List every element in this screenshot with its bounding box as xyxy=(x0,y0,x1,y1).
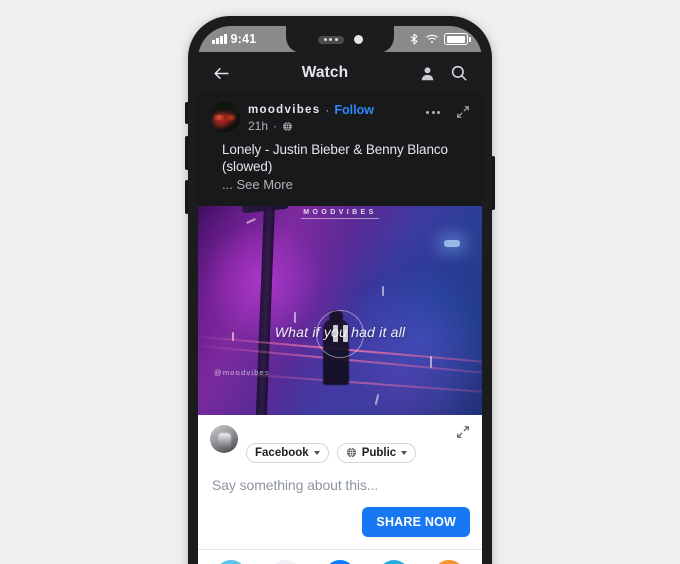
post-meta: moodvibes · Follow 21h · xyxy=(248,102,418,133)
audience-selector-label: Facebook xyxy=(255,446,309,459)
meta-separator: · xyxy=(273,119,278,133)
video-watermark-text: MOODVIBES xyxy=(301,208,379,219)
back-arrow-icon[interactable] xyxy=(212,64,231,83)
share-target-twitter[interactable]: Twitter xyxy=(367,559,421,564)
post-timestamp: 21h xyxy=(248,119,269,133)
audience-selector-chip[interactable]: Facebook xyxy=(246,442,329,463)
share-target-messenger[interactable]: Messenger xyxy=(313,559,367,564)
share-targets-row: Copy Link Text Message xyxy=(198,549,482,564)
status-bar: 9:41 xyxy=(198,26,482,53)
front-camera-icon xyxy=(353,35,363,44)
phone-device-frame: 9:41 Watch moodvibes · Follow 21h · Lone… xyxy=(185,16,495,564)
power-button[interactable] xyxy=(491,156,495,210)
chevron-down-icon xyxy=(313,450,320,455)
volume-down-button[interactable] xyxy=(185,180,189,214)
share-sheet: Facebook Public Say something about this… xyxy=(198,414,482,564)
video-watermark-top: MOODVIBES xyxy=(198,208,482,219)
bluetooth-icon xyxy=(410,33,418,45)
globe-icon xyxy=(346,447,356,458)
status-bar-left: 9:41 xyxy=(198,32,296,46)
video-glow-violet xyxy=(288,294,482,415)
user-avatar[interactable] xyxy=(210,424,238,453)
spark xyxy=(382,285,384,296)
post-caption: Lonely - Justin Bieber & Benny Blanco (s… xyxy=(222,142,448,175)
share-target-groups[interactable]: Groups xyxy=(422,559,476,564)
page-title: Watch xyxy=(301,64,349,81)
pause-button-icon[interactable] xyxy=(316,309,364,358)
earpiece-speaker-icon xyxy=(317,35,344,44)
screenshot-canvas: 9:41 Watch moodvibes · Follow 21h · Lone… xyxy=(0,0,680,564)
see-more-link[interactable]: ... See More xyxy=(210,176,470,200)
volume-up-button[interactable] xyxy=(185,136,189,170)
messenger-icon xyxy=(324,559,357,564)
globe-icon xyxy=(283,121,292,131)
groups-icon xyxy=(432,559,465,564)
person-icon[interactable] xyxy=(419,65,436,82)
mute-switch[interactable] xyxy=(185,102,189,124)
search-icon[interactable] xyxy=(450,64,468,82)
cellular-signal-icon xyxy=(212,34,227,44)
expand-icon[interactable] xyxy=(456,425,470,444)
distant-light-icon xyxy=(444,239,460,247)
more-options-icon[interactable] xyxy=(426,110,440,114)
spark xyxy=(294,311,296,323)
composer-placeholder[interactable]: Say something about this... xyxy=(198,463,482,493)
phone-icon xyxy=(269,559,302,564)
privacy-selector-label: Public xyxy=(361,446,397,459)
chevron-down-icon xyxy=(401,450,408,455)
link-icon xyxy=(215,559,248,564)
app-header: Watch xyxy=(198,52,482,94)
post-name-separator: · xyxy=(325,103,330,117)
post-header: moodvibes · Follow 21h · Lonely - Justin… xyxy=(198,94,482,206)
expand-icon[interactable] xyxy=(456,105,470,119)
follow-button[interactable]: Follow xyxy=(334,103,374,117)
status-bar-right xyxy=(384,33,482,45)
avatar[interactable] xyxy=(210,102,240,132)
privacy-selector-chip[interactable]: Public xyxy=(336,442,417,463)
status-bar-clock: 9:41 xyxy=(230,32,257,46)
video-player[interactable]: MOODVIBES What if you had it all @moodvi… xyxy=(198,205,482,415)
phone-screen: 9:41 Watch moodvibes · Follow 21h · Lone… xyxy=(198,26,482,564)
post-author-name[interactable]: moodvibes xyxy=(248,104,320,116)
video-handle-watermark: @moodvibes xyxy=(214,367,270,377)
share-target-copy-link[interactable]: Copy Link xyxy=(204,559,258,564)
share-now-button[interactable]: SHARE NOW xyxy=(362,506,470,537)
share-target-text-message[interactable]: Text Message xyxy=(258,559,312,564)
battery-full-icon xyxy=(444,33,471,45)
device-notch xyxy=(286,26,394,53)
wifi-icon xyxy=(426,34,438,44)
spark xyxy=(430,355,432,368)
twitter-bird-icon xyxy=(378,559,411,564)
